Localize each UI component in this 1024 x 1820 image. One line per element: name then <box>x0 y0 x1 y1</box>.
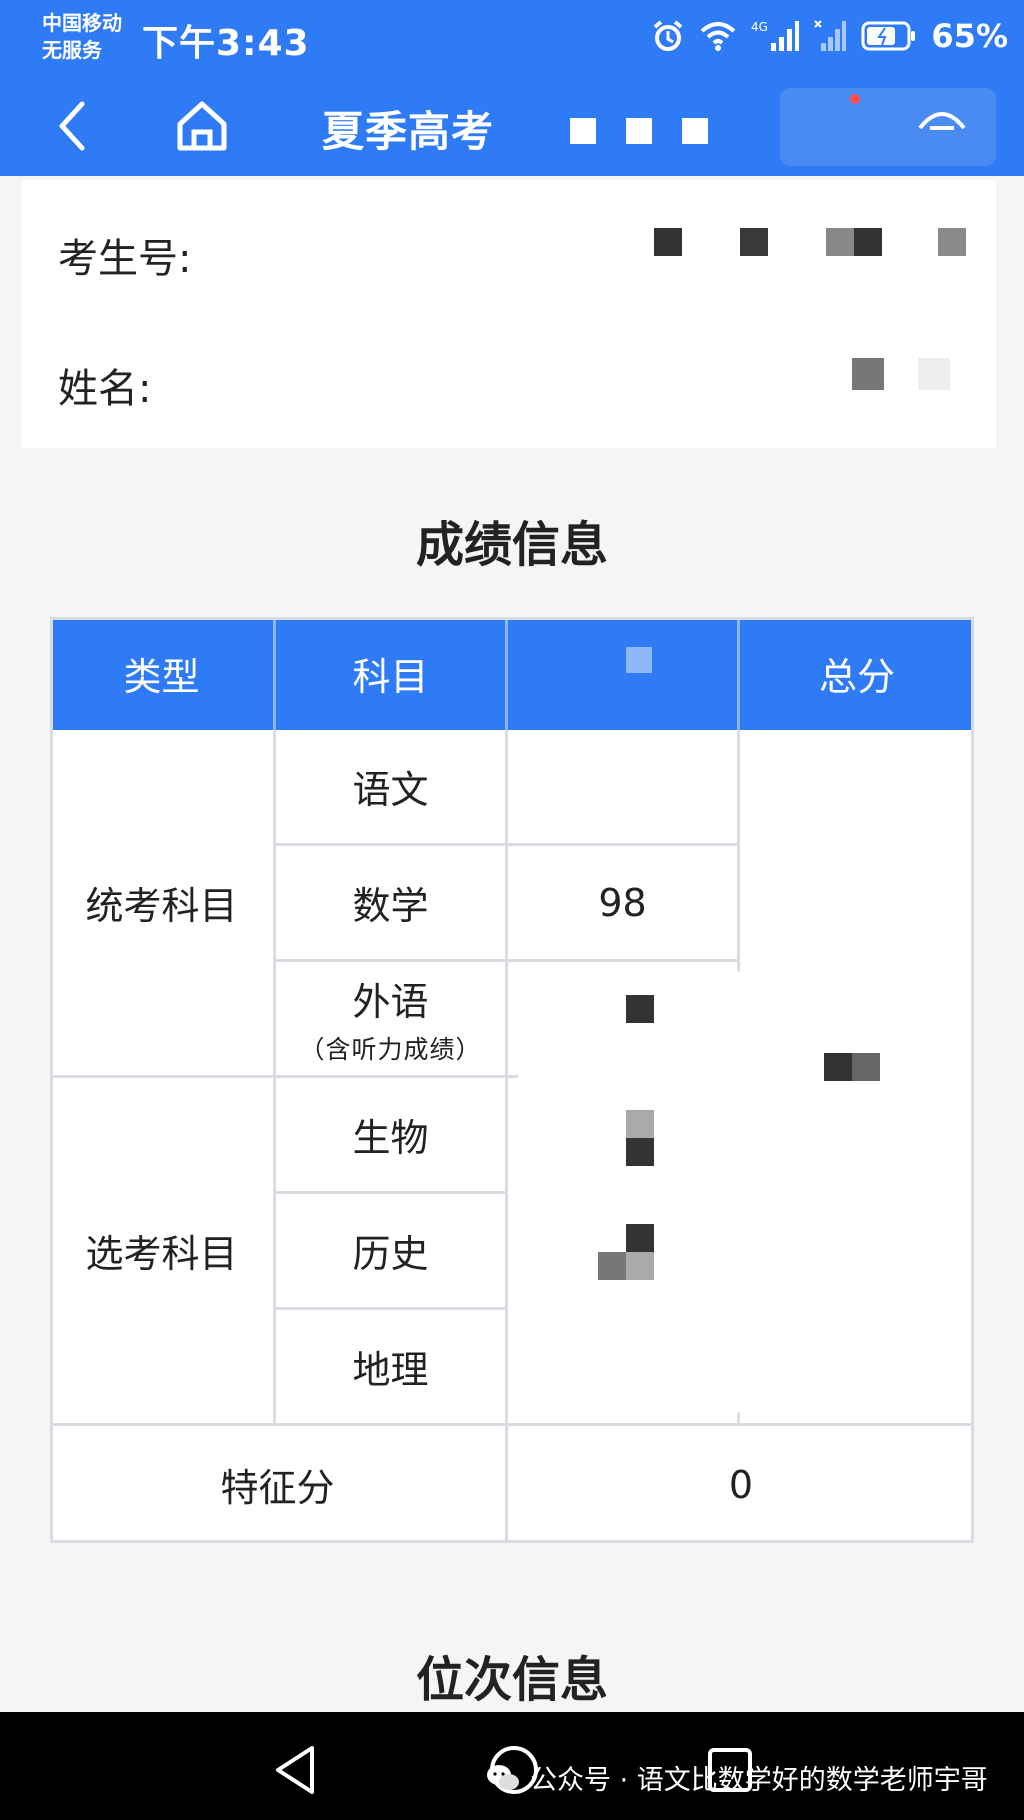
name-label: 姓名: <box>58 366 152 412</box>
redacted-block <box>626 1138 654 1166</box>
redacted-block <box>598 1252 626 1280</box>
redacted-block <box>626 1110 654 1138</box>
feature-score-label: 特征分 <box>50 1426 508 1543</box>
subject-math: 数学 <box>276 846 508 962</box>
watermark: 公众号 · 语文比数学好的数学老师宇哥 <box>486 1758 988 1797</box>
listening-note: （含听力成绩） <box>299 1035 482 1064</box>
subject-chinese: 语文 <box>276 730 508 846</box>
wifi-icon <box>699 20 737 52</box>
redacted-block <box>570 118 596 144</box>
redacted-block <box>824 1053 852 1081</box>
redacted-block <box>626 1252 654 1280</box>
back-arrow-icon[interactable] <box>50 98 100 154</box>
student-info-card: 考生号: 姓名: <box>22 180 996 448</box>
subject-history: 历史 <box>276 1194 508 1310</box>
rank-section-title: 位次信息 <box>415 1652 608 1708</box>
redacted-block <box>918 358 950 390</box>
wechat-icon <box>487 1764 519 1790</box>
header-total: 总分 <box>740 617 974 730</box>
redacted-block <box>626 1224 654 1252</box>
page-title: 夏季高考 <box>322 107 495 156</box>
redacted-block <box>938 228 966 256</box>
scores-section-title: 成绩信息 <box>415 517 608 573</box>
redacted-block <box>626 647 652 673</box>
redacted-block <box>852 1053 880 1081</box>
header-type: 类型 <box>50 617 276 730</box>
home-icon[interactable] <box>174 98 230 154</box>
menu-icon[interactable] <box>912 98 972 138</box>
redacted-block <box>626 118 652 144</box>
nav-bar: 夏季高考 <box>0 76 1024 176</box>
exam-id-label: 考生号: <box>58 236 192 282</box>
redacted-block <box>626 995 654 1023</box>
redacted-block <box>854 228 882 256</box>
battery-icon <box>861 21 917 51</box>
redacted-block <box>682 118 708 144</box>
blurred-area <box>518 967 750 1417</box>
subject-biology: 生物 <box>276 1078 508 1194</box>
header-score <box>508 617 740 730</box>
carrier-info: 中国移动 无服务 <box>42 11 122 62</box>
clock: 下午3:43 <box>142 23 310 64</box>
subject-geography: 地理 <box>276 1310 508 1426</box>
alarm-icon <box>651 19 685 53</box>
score-table: 类型 科目 总分 统考科目 选考科目 语文 数学 外语 （含听力成绩） 生物 历… <box>50 617 974 1543</box>
signal-empty-icon <box>813 19 847 53</box>
nav-back-triangle-icon[interactable] <box>268 1742 324 1798</box>
group-elective: 选考科目 <box>50 1078 276 1426</box>
battery-percent: 65% <box>931 17 1008 55</box>
group-unified: 统考科目 <box>50 730 276 1078</box>
notification-dot <box>850 94 860 104</box>
status-icons: 4G 65% <box>651 16 1008 56</box>
signal-4g-icon: 4G <box>751 19 800 53</box>
redacted-block <box>654 228 682 256</box>
redacted-block <box>740 228 768 256</box>
score-chinese <box>508 730 740 846</box>
header-subject: 科目 <box>276 617 508 730</box>
subject-foreign-language: 外语 （含听力成绩） <box>276 962 508 1078</box>
feature-score-value: 0 <box>508 1426 974 1543</box>
redacted-block <box>826 228 854 256</box>
redacted-block <box>852 358 884 390</box>
svg-text:4G: 4G <box>751 20 768 34</box>
status-bar: 中国移动 无服务 下午3:43 4G 65% <box>0 0 1024 76</box>
